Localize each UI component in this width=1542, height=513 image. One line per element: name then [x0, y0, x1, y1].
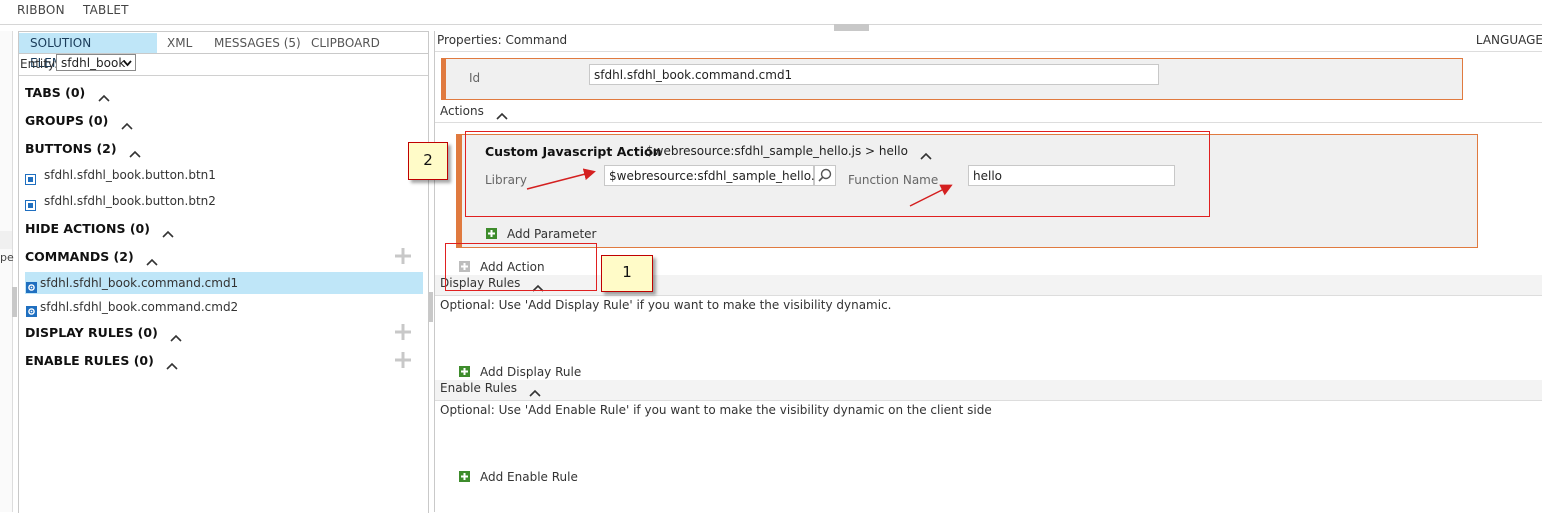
add-enable-rule-plus-icon[interactable] [395, 352, 411, 368]
properties-title: Properties: Command [437, 33, 568, 47]
entity-select[interactable]: sfdhl_book [56, 54, 136, 71]
add-display-rule-button[interactable]: Add Display Rule [459, 365, 581, 379]
collapsed-pane-text: pe [0, 251, 14, 264]
collapsed-left-pane: pe [0, 31, 14, 512]
top-divider [0, 24, 1542, 25]
id-label: Id [469, 71, 481, 85]
section-hide-actions[interactable]: HIDE ACTIONS (0) [25, 221, 174, 238]
section-display-rules[interactable]: DISPLAY RULES (0) [25, 325, 182, 342]
add-plus-icon [459, 366, 470, 377]
add-display-rule-plus-icon[interactable] [395, 324, 411, 340]
solution-elements-panel: SOLUTION ELEMENTS XML MESSAGES (5) CLIPB… [18, 31, 429, 513]
add-plus-icon [486, 228, 497, 239]
list-item-button[interactable]: sfdhl.sfdhl_book.button.btn1 [25, 164, 216, 186]
language-label[interactable]: LANGUAGE [1476, 33, 1542, 47]
button-icon [25, 196, 36, 211]
list-item-command-selected[interactable]: sfdhl.sfdhl_book.command.cmd1 [25, 272, 423, 294]
tab-messages[interactable]: MESSAGES (5) [206, 33, 309, 53]
section-commands[interactable]: COMMANDS (2) [25, 249, 158, 266]
list-item-button[interactable]: sfdhl.sfdhl_book.button.btn2 [25, 190, 216, 212]
annotation-highlight-add-action [445, 243, 597, 291]
command-gear-icon [26, 278, 37, 293]
id-input[interactable]: sfdhl.sfdhl_book.command.cmd1 [589, 64, 1159, 85]
annotation-callout-1: 1 [601, 255, 653, 292]
tab-solution-elements[interactable]: SOLUTION ELEMENTS [19, 33, 157, 70]
add-command-plus-icon[interactable] [395, 248, 411, 264]
section-tabs[interactable]: TABS (0) [25, 85, 110, 102]
section-enable-rules[interactable]: ENABLE RULES (0) [25, 353, 178, 370]
tab-clipboard[interactable]: CLIPBOARD [303, 33, 388, 53]
horizontal-splitter-handle[interactable] [834, 24, 869, 31]
button-icon [25, 170, 36, 185]
entity-label: Entity: [20, 57, 59, 71]
annotation-callout-2: 2 [408, 142, 448, 180]
annotation-highlight-action [465, 131, 1210, 217]
section-groups[interactable]: GROUPS (0) [25, 113, 133, 130]
id-row: Id sfdhl.sfdhl_book.command.cmd1 [441, 58, 1463, 100]
add-parameter-button[interactable]: Add Parameter [486, 227, 596, 241]
enable-rules-header[interactable]: Enable Rules [440, 381, 541, 397]
command-gear-icon [26, 302, 37, 317]
section-buttons[interactable]: BUTTONS (2) [25, 141, 141, 158]
tab-xml[interactable]: XML [159, 33, 200, 53]
add-plus-icon [459, 471, 470, 482]
list-item-command[interactable]: sfdhl.sfdhl_book.command.cmd2 [25, 296, 238, 318]
display-rules-hint: Optional: Use 'Add Display Rule' if you … [440, 298, 892, 312]
add-enable-rule-button[interactable]: Add Enable Rule [459, 470, 578, 484]
actions-header[interactable]: Actions [440, 104, 508, 120]
left-splitter-handle[interactable] [12, 287, 17, 317]
tab-ribbon[interactable]: RIBBON [17, 3, 65, 17]
enable-rules-hint: Optional: Use 'Add Enable Rule' if you w… [440, 403, 992, 417]
tab-tablet[interactable]: TABLET [83, 3, 129, 17]
